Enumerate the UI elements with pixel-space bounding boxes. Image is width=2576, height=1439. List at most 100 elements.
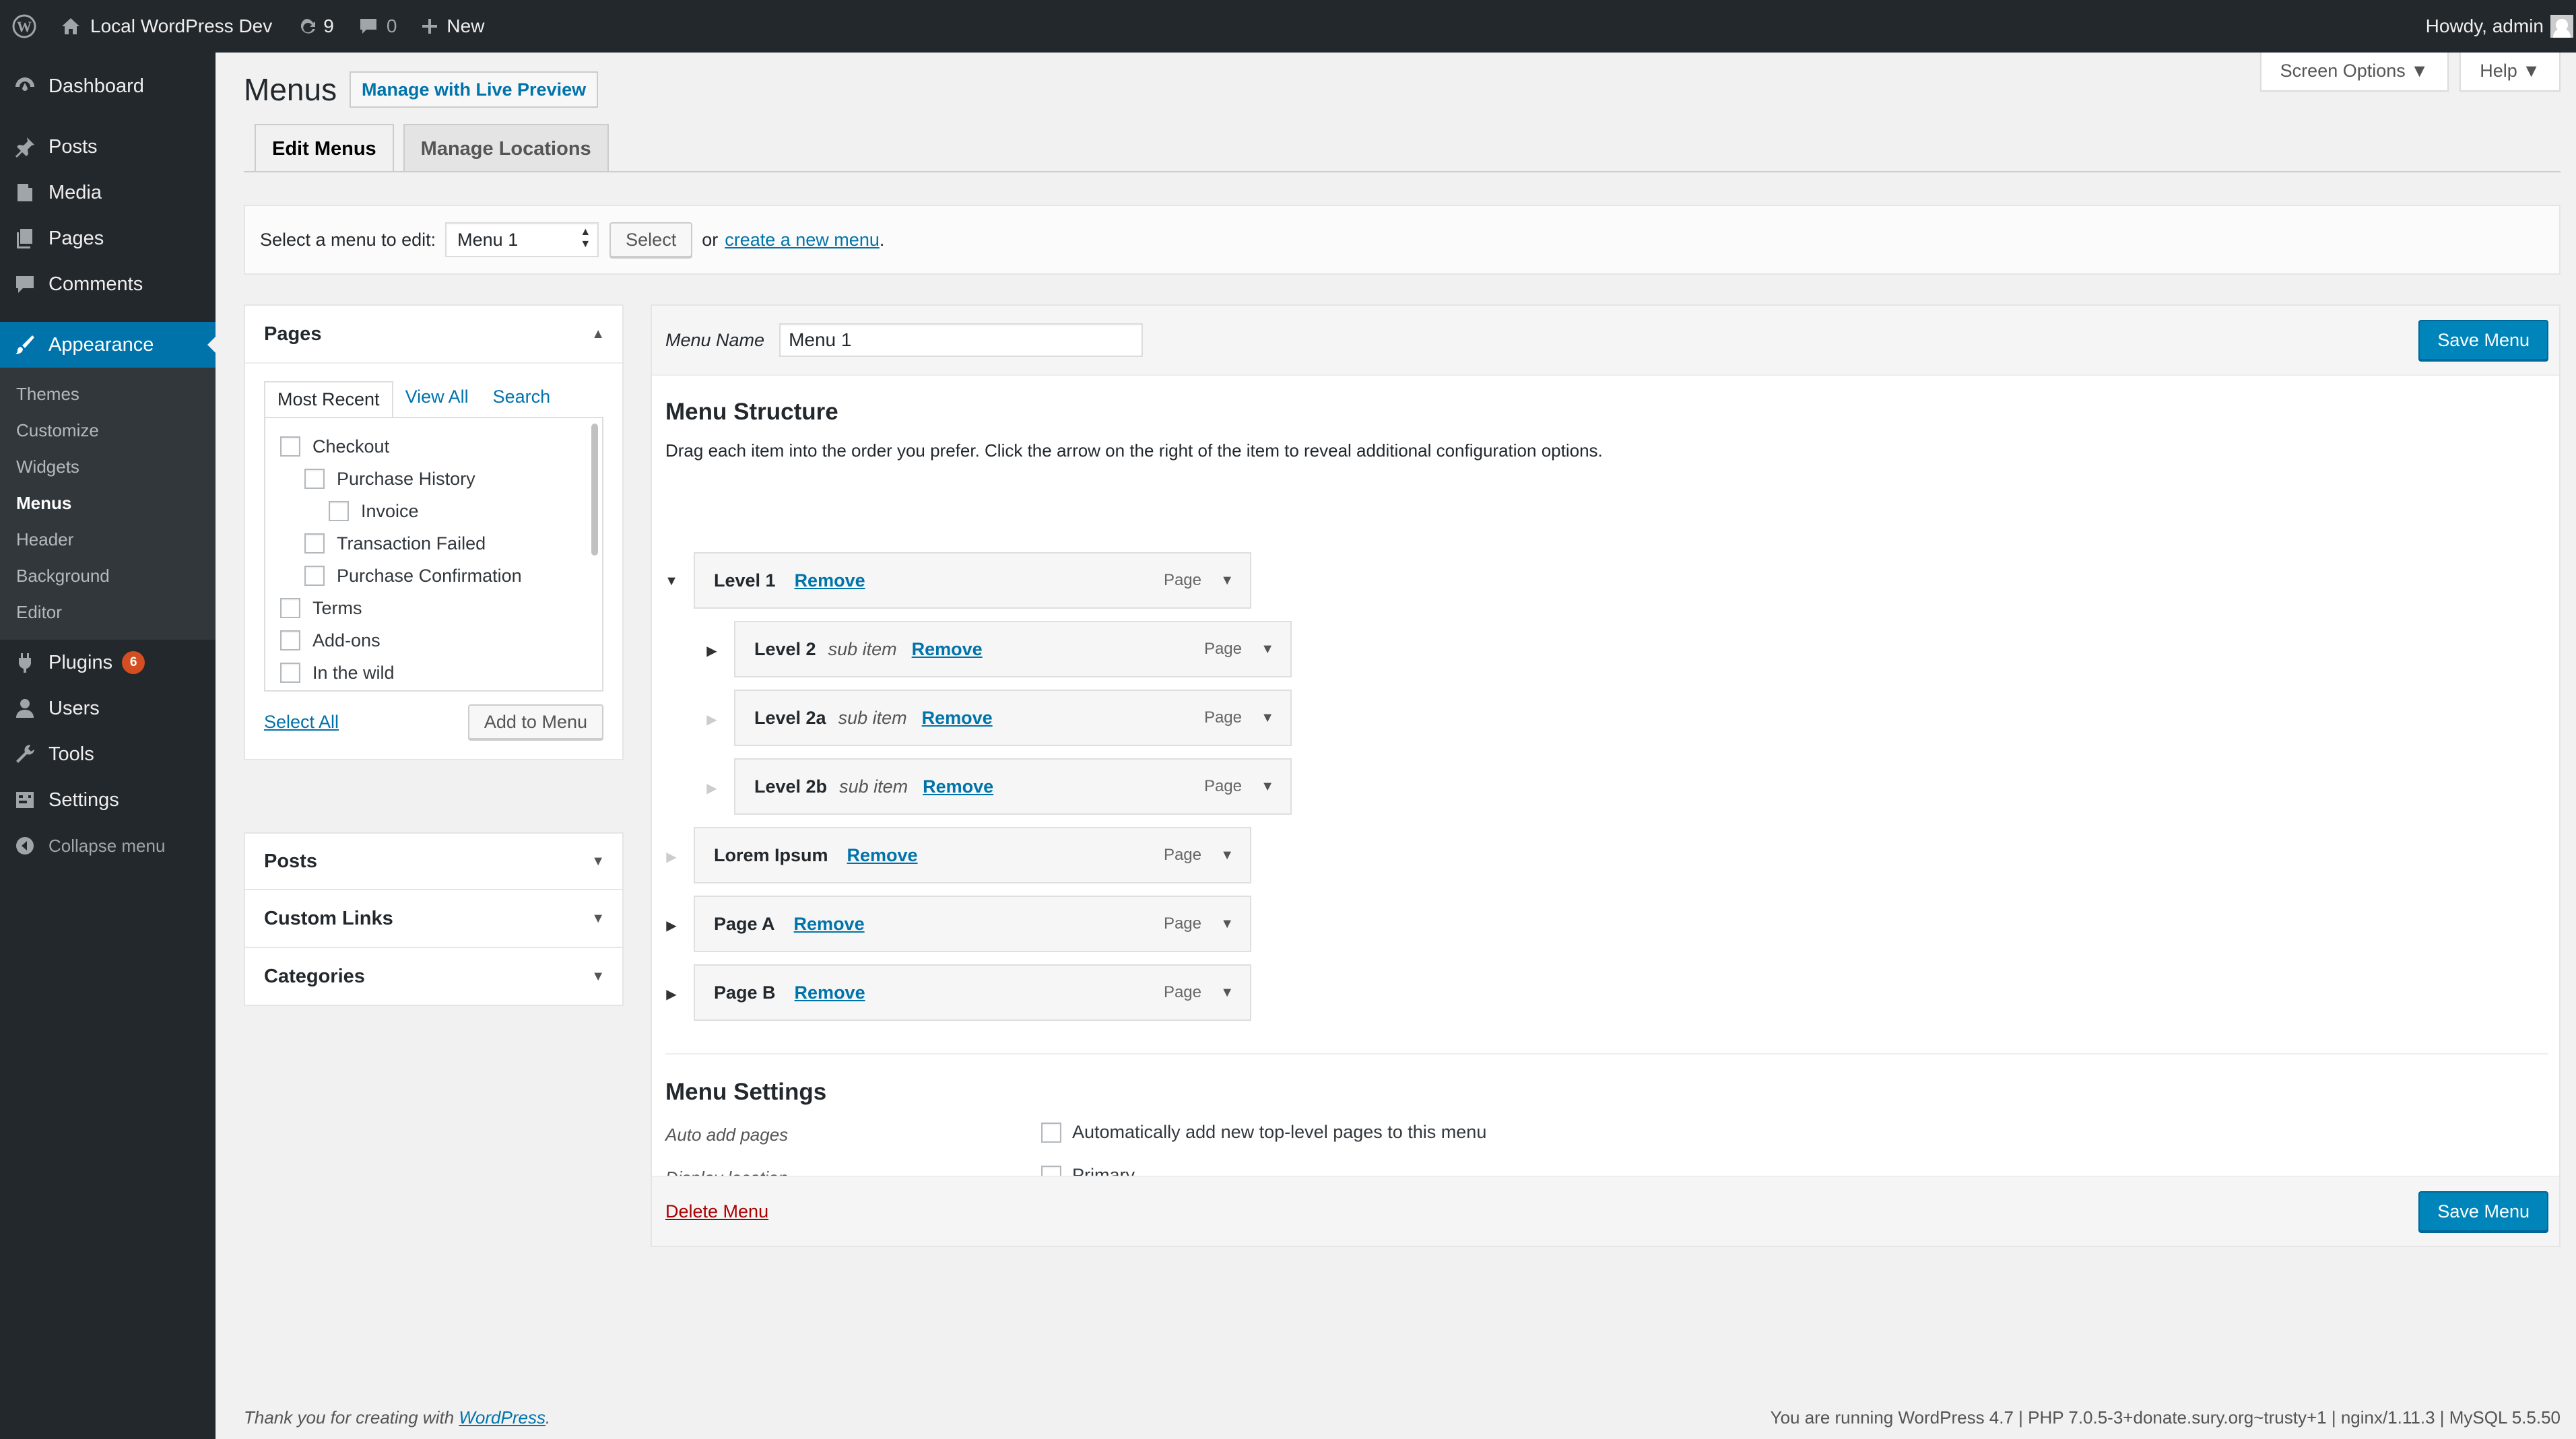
sidebar-item-users[interactable]: Users xyxy=(0,685,216,731)
tab-edit-menus[interactable]: Edit Menus xyxy=(255,124,394,172)
tab-manage-locations[interactable]: Manage Locations xyxy=(403,124,609,172)
checkbox[interactable] xyxy=(280,436,300,457)
menu-item-page-a[interactable]: Page A Remove Page ▼ xyxy=(694,896,1251,952)
expand-down-icon[interactable]: ▼ xyxy=(591,854,605,869)
my-account-link[interactable]: Howdy, admin xyxy=(2414,0,2576,53)
list-item[interactable]: Invoice xyxy=(280,495,602,527)
menu-name-input[interactable]: Menu 1 xyxy=(779,323,1144,357)
menu-item-level-1[interactable]: Level 1 Remove Page ▼ xyxy=(694,552,1251,609)
collapse-up-icon[interactable]: ▲ xyxy=(591,327,605,342)
expand-triangle-icon[interactable]: ▶ xyxy=(702,711,722,728)
pages-icon xyxy=(17,229,32,248)
sidebar-item-comments[interactable]: Comments xyxy=(0,261,216,307)
chevron-down-icon[interactable]: ▼ xyxy=(1220,985,1234,1001)
save-menu-button-bottom[interactable]: Save Menu xyxy=(2418,1191,2548,1232)
submenu-widgets[interactable]: Widgets xyxy=(0,448,216,485)
wordpress-logo-icon[interactable]: W xyxy=(0,0,48,53)
remove-link[interactable]: Remove xyxy=(847,845,918,866)
chevron-down-icon[interactable]: ▼ xyxy=(1261,779,1274,795)
chevron-down-icon[interactable]: ▼ xyxy=(1220,848,1234,863)
chevron-down-icon[interactable]: ▼ xyxy=(1220,573,1234,589)
sidebar-item-tools[interactable]: Tools xyxy=(0,731,216,777)
menu-structure-description: Drag each item into the order you prefer… xyxy=(665,440,1603,461)
screen-options-button[interactable]: Screen Options ▼ xyxy=(2259,53,2449,92)
chevron-down-icon[interactable]: ▼ xyxy=(1261,642,1274,657)
submenu-customize[interactable]: Customize xyxy=(0,412,216,448)
expand-down-icon[interactable]: ▼ xyxy=(591,911,605,927)
comments-link[interactable]: 0 xyxy=(346,0,409,53)
menu-select-dropdown[interactable]: Menu 1 ▲ ▼ xyxy=(445,222,599,257)
save-menu-button-top[interactable]: Save Menu xyxy=(2418,320,2548,360)
new-content-link[interactable]: New xyxy=(409,0,496,53)
list-item[interactable]: Terms xyxy=(280,592,602,624)
remove-link[interactable]: Remove xyxy=(923,776,993,797)
collapse-menu-button[interactable]: Collapse menu xyxy=(0,823,216,869)
menu-item-level-2[interactable]: Level 2 sub item Remove Page ▼ xyxy=(734,621,1292,677)
sidebar-item-settings[interactable]: Settings xyxy=(0,777,216,823)
menu-item-level-2a[interactable]: Level 2a sub item Remove Page ▼ xyxy=(734,690,1292,746)
expand-triangle-icon[interactable]: ▶ xyxy=(702,780,722,797)
scrollbar-thumb[interactable] xyxy=(591,424,598,556)
custom-links-metabox[interactable]: Custom Links ▼ xyxy=(244,890,624,948)
remove-link[interactable]: Remove xyxy=(795,982,865,1003)
sidebar-item-dashboard[interactable]: Dashboard xyxy=(0,63,216,109)
select-menu-button[interactable]: Select xyxy=(609,222,693,257)
remove-link[interactable]: Remove xyxy=(795,570,865,591)
list-item[interactable]: Transaction Failed xyxy=(280,527,602,560)
submenu-header[interactable]: Header xyxy=(0,521,216,558)
checkbox[interactable] xyxy=(304,533,325,554)
sidebar-item-appearance[interactable]: Appearance xyxy=(0,322,216,368)
menu-item-level-2b[interactable]: Level 2b sub item Remove Page ▼ xyxy=(734,758,1292,815)
menu-item-page-b[interactable]: Page B Remove Page ▼ xyxy=(694,964,1251,1021)
pages-metabox-header[interactable]: Pages ▲ xyxy=(245,306,622,362)
list-item[interactable]: In the wild xyxy=(280,657,602,689)
submenu-background[interactable]: Background xyxy=(0,558,216,594)
help-button[interactable]: Help ▼ xyxy=(2459,53,2561,92)
avatar xyxy=(2550,15,2573,38)
posts-metabox[interactable]: Posts ▼ xyxy=(244,832,624,890)
submenu-themes[interactable]: Themes xyxy=(0,376,216,412)
tab-view-all[interactable]: View All xyxy=(393,380,481,417)
create-new-menu-link[interactable]: create a new menu xyxy=(725,230,880,250)
collapse-triangle-icon[interactable]: ▼ xyxy=(661,574,682,589)
delete-menu-link[interactable]: Delete Menu xyxy=(665,1201,768,1222)
remove-link[interactable]: Remove xyxy=(912,639,983,660)
checkbox[interactable] xyxy=(304,566,325,586)
sidebar-item-plugins[interactable]: Plugins 6 xyxy=(0,640,216,685)
list-item[interactable]: Purchase History xyxy=(280,463,602,495)
checkbox[interactable] xyxy=(304,469,325,489)
tab-search[interactable]: Search xyxy=(481,380,563,417)
submenu-menus[interactable]: Menus xyxy=(0,485,216,521)
tab-most-recent[interactable]: Most Recent xyxy=(264,381,393,418)
updates-link[interactable]: 9 xyxy=(284,0,346,53)
checkbox[interactable] xyxy=(280,630,300,650)
checkbox[interactable] xyxy=(329,501,349,521)
chevron-down-icon[interactable]: ▼ xyxy=(1220,916,1234,932)
auto-add-checkbox[interactable] xyxy=(1041,1122,1061,1143)
remove-link[interactable]: Remove xyxy=(922,708,993,729)
sidebar-item-pages[interactable]: Pages xyxy=(0,215,216,261)
list-item[interactable]: Purchase Confirmation xyxy=(280,560,602,592)
select-all-link[interactable]: Select All xyxy=(264,712,339,733)
chevron-down-icon[interactable]: ▼ xyxy=(1261,710,1274,726)
manage-live-preview-button[interactable]: Manage with Live Preview xyxy=(350,71,599,108)
auto-add-option[interactable]: Automatically add new top-level pages to… xyxy=(1041,1122,1486,1143)
expand-triangle-icon[interactable]: ▶ xyxy=(661,848,682,865)
expand-triangle-icon[interactable]: ▶ xyxy=(661,986,682,1003)
checkbox[interactable] xyxy=(280,663,300,683)
add-to-menu-button[interactable]: Add to Menu xyxy=(467,704,603,739)
site-name-link[interactable]: Local WordPress Dev xyxy=(48,0,284,53)
sidebar-item-media[interactable]: Media xyxy=(0,170,216,215)
remove-link[interactable]: Remove xyxy=(794,914,865,935)
list-item[interactable]: Checkout xyxy=(280,430,602,463)
wordpress-link[interactable]: WordPress xyxy=(459,1407,546,1428)
expand-down-icon[interactable]: ▼ xyxy=(591,969,605,984)
menu-item-lorem-ipsum[interactable]: Lorem Ipsum Remove Page ▼ xyxy=(694,827,1251,883)
categories-metabox[interactable]: Categories ▼ xyxy=(244,948,624,1006)
expand-triangle-icon[interactable]: ▶ xyxy=(702,642,722,659)
list-item[interactable]: Add-ons xyxy=(280,624,602,657)
checkbox[interactable] xyxy=(280,598,300,618)
expand-triangle-icon[interactable]: ▶ xyxy=(661,917,682,934)
sidebar-item-posts[interactable]: Posts xyxy=(0,124,216,170)
submenu-editor[interactable]: Editor xyxy=(0,594,216,630)
